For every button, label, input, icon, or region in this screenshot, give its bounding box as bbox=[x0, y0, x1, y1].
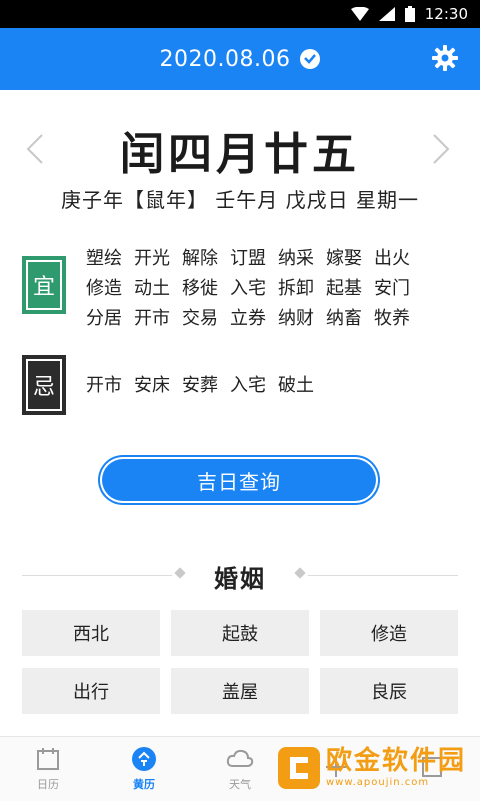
yi-item: 起基 bbox=[326, 278, 362, 299]
watermark-main: 欧金软件园 bbox=[326, 746, 467, 776]
yi-item: 纳财 bbox=[278, 308, 314, 329]
ganzhi-info: 庚子年【鼠年】 壬午月 戊戌日 星期一 bbox=[60, 188, 420, 212]
signal-icon bbox=[378, 7, 395, 21]
divider bbox=[22, 575, 172, 576]
yi-row: 修造 动土 移徙 入宅 拆卸 起基 安门 bbox=[86, 274, 466, 304]
yi-item: 订盟 bbox=[230, 248, 266, 269]
grid-cell[interactable]: 西北 bbox=[22, 610, 160, 656]
yi-item: 出火 bbox=[374, 248, 410, 269]
watermark-text: 欧金软件园 www.apoujin.com bbox=[326, 748, 466, 788]
app-header: 2020.08.06 bbox=[0, 28, 480, 90]
wifi-icon bbox=[350, 7, 369, 21]
ji-item: 入宅 bbox=[230, 375, 266, 396]
yi-item: 拆卸 bbox=[278, 278, 314, 299]
nav-label: 天气 bbox=[229, 778, 251, 791]
nav-item-almanac[interactable]: 黄历 bbox=[104, 746, 184, 792]
grid-cell[interactable]: 起鼓 bbox=[171, 610, 309, 656]
ji-item: 开市 bbox=[86, 375, 122, 396]
yi-item: 入宅 bbox=[230, 278, 266, 299]
yi-item: 解除 bbox=[182, 248, 218, 269]
prev-day-arrow-icon[interactable] bbox=[20, 129, 50, 169]
ji-item: 破土 bbox=[278, 375, 314, 396]
next-day-arrow-icon[interactable] bbox=[426, 129, 456, 169]
yi-item: 纳采 bbox=[278, 248, 314, 269]
yi-row: 分居 开市 交易 立券 纳财 纳畜 牧养 bbox=[86, 304, 466, 334]
section-header: 婚姻 bbox=[0, 556, 480, 596]
divider bbox=[308, 575, 458, 576]
battery-icon bbox=[404, 6, 415, 22]
yi-item: 修造 bbox=[86, 278, 122, 299]
grid-cell[interactable]: 良辰 bbox=[320, 668, 458, 714]
status-bar: 12:30 bbox=[0, 0, 480, 28]
header-date: 2020.08.06 bbox=[159, 46, 291, 72]
gear-icon[interactable] bbox=[432, 45, 458, 71]
yi-item: 开市 bbox=[134, 308, 170, 329]
nav-item-weather[interactable]: 天气 bbox=[200, 746, 280, 792]
cloud-icon bbox=[226, 749, 254, 767]
watermark-logo: 欧金软件园 www.apoujin.com bbox=[278, 740, 474, 796]
yi-item: 纳畜 bbox=[326, 308, 362, 329]
grid-cell[interactable]: 修造 bbox=[320, 610, 458, 656]
yi-list: 塑绘 开光 解除 订盟 纳采 嫁娶 出火 修造 动土 移徙 入宅 拆卸 起基 安… bbox=[86, 244, 466, 334]
nav-item-calendar[interactable]: 日历 bbox=[8, 746, 88, 792]
section-title: 婚姻 bbox=[214, 564, 266, 593]
diamond-icon bbox=[294, 567, 306, 579]
status-time: 12:30 bbox=[424, 5, 468, 23]
grid-cell[interactable]: 出行 bbox=[22, 668, 160, 714]
yi-item: 立券 bbox=[230, 308, 266, 329]
watermark-sub: www.apoujin.com bbox=[326, 777, 430, 788]
yi-badge: 宜 bbox=[22, 256, 66, 314]
yi-item: 分居 bbox=[86, 308, 122, 329]
nav-label: 日历 bbox=[37, 778, 59, 791]
yi-item: 安门 bbox=[374, 278, 410, 299]
lunar-date-title: 闰四月廿五 bbox=[120, 129, 360, 180]
yi-row: 塑绘 开光 解除 订盟 纳采 嫁娶 出火 bbox=[86, 244, 466, 274]
nav-label: 黄历 bbox=[133, 778, 155, 791]
almanac-icon bbox=[132, 747, 156, 771]
yi-item: 开光 bbox=[134, 248, 170, 269]
ji-badge: 忌 bbox=[22, 355, 66, 415]
yi-item: 动土 bbox=[134, 278, 170, 299]
yi-item: 嫁娶 bbox=[326, 248, 362, 269]
calendar-icon bbox=[37, 748, 59, 770]
auspicious-day-query-button[interactable]: 吉日查询 bbox=[102, 459, 376, 501]
yi-item: 牧养 bbox=[374, 308, 410, 329]
ji-item: 安葬 bbox=[182, 375, 218, 396]
logo-icon bbox=[278, 747, 320, 789]
ji-item: 安床 bbox=[134, 375, 170, 396]
chevron-down-icon bbox=[300, 49, 321, 69]
grid-cell[interactable]: 盖屋 bbox=[171, 668, 309, 714]
yi-item: 交易 bbox=[182, 308, 218, 329]
yi-item: 移徙 bbox=[182, 278, 218, 299]
date-picker[interactable]: 2020.08.06 bbox=[160, 47, 321, 72]
ji-list: 开市 安床 安葬 入宅 破土 bbox=[86, 371, 466, 401]
yi-item: 塑绘 bbox=[86, 248, 122, 269]
diamond-icon bbox=[174, 567, 186, 579]
section-grid: 西北 起鼓 修造 出行 盖屋 良辰 bbox=[22, 610, 458, 714]
lunar-date-row: 闰四月廿五 bbox=[0, 115, 480, 185]
